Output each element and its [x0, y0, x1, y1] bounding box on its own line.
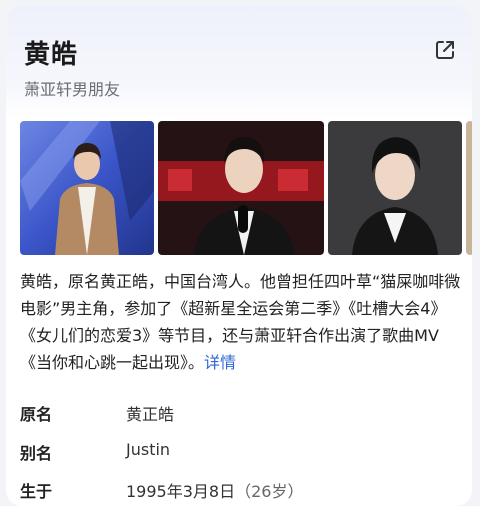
info-row-born: 生于 1995年3月8日（26岁） [20, 478, 464, 504]
info-value: Justin [126, 440, 171, 459]
age: （26岁） [235, 482, 304, 501]
photo-4[interactable] [466, 121, 472, 255]
info-key: 原名 [20, 405, 53, 424]
info-value: 黄正皓 [126, 405, 175, 424]
details-link[interactable]: 详情 [204, 353, 236, 372]
external-share-icon[interactable] [433, 38, 457, 62]
info-key: 生于 [20, 482, 53, 501]
photo-2[interactable] [158, 121, 324, 255]
info-value: 1995年3月8日（26岁） [126, 478, 303, 502]
search-result-card: 黄皓 萧亚轩男朋友 黄皓，原名黄正皓，中国台湾人。他曾担任四叶草“猫屎咖啡微电影… [6, 6, 472, 506]
photo-strip [20, 121, 472, 255]
birth-date: 1995年3月8日 [126, 482, 236, 501]
page-title: 黄皓 [24, 40, 79, 70]
photo-3[interactable] [328, 121, 462, 255]
page-subtitle: 萧亚轩男朋友 [24, 80, 121, 99]
info-row-alias: 别名 Justin [20, 440, 464, 466]
info-row-original-name: 原名 黄正皓 [20, 401, 464, 427]
description: 黄皓，原名黄正皓，中国台湾人。他曾担任四叶草“猫屎咖啡微电影”男主角，参加了《超… [20, 268, 464, 376]
photo-1[interactable] [20, 121, 154, 255]
info-key: 别名 [20, 444, 53, 463]
description-text: 黄皓，原名黄正皓，中国台湾人。他曾担任四叶草“猫屎咖啡微电影”男主角，参加了《超… [20, 272, 461, 372]
